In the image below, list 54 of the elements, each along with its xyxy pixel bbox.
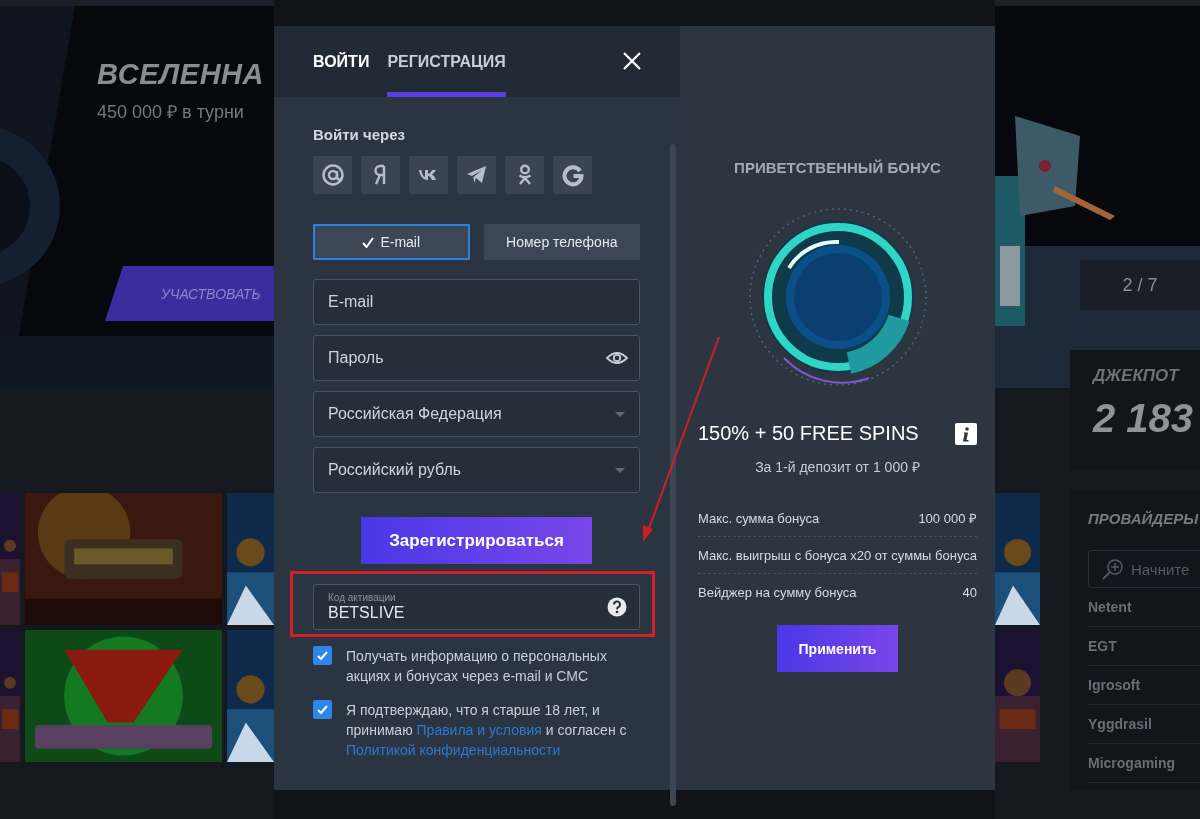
dropdown-caret-icon <box>615 467 625 473</box>
detail-label: Макс. выигрыш с бонуса <box>698 547 847 563</box>
social-login-button[interactable] <box>457 156 496 194</box>
social-login-button[interactable] <box>505 156 544 194</box>
activation-code-field[interactable]: Код активации BETSLIVE <box>313 584 640 630</box>
detail-label: Макс. сумма бонуса <box>698 510 820 526</box>
select-field[interactable]: Российский рубль <box>313 447 640 493</box>
provider-item[interactable]: Microgaming <box>1088 744 1200 783</box>
login-via-label: Войти через <box>313 125 406 145</box>
bonus-subtitle: За 1-й депозит от 1 000 ₽ <box>754 458 921 476</box>
checkbox-label: Я подтверждаю, что я старше 18 лет, и принимаю Правила и условия и согласен с Политикой конфиденциальности <box>346 701 628 760</box>
password-field[interactable]: Пароль <box>313 335 640 381</box>
search-icon <box>1101 558 1123 580</box>
info-icon[interactable] <box>955 422 977 445</box>
provider-item[interactable]: Yggdrasil <box>1088 705 1200 744</box>
provider-item[interactable]: Netent <box>1088 588 1200 627</box>
method-toggle[interactable]: Номер телефона <box>483 224 640 260</box>
apply-button[interactable]: Применить <box>777 625 898 672</box>
eye-icon[interactable] <box>606 350 628 366</box>
banner-title: ВСЕЛЕННА <box>97 58 265 91</box>
jackpot-amount: 2 183 <box>1093 396 1195 441</box>
provider-item[interactable]: Igrosoft <box>1088 666 1200 705</box>
detail-value: x20 от суммы бонуса <box>850 547 977 563</box>
check-icon <box>362 236 375 248</box>
checkbox-label: Получать информацию о персональных акциях и бонусах через e-mail и СМС <box>346 647 608 686</box>
tab[interactable]: РЕГИСТРАЦИЯ <box>387 26 506 97</box>
provider-item[interactable]: EGT <box>1088 627 1200 666</box>
social-login-button[interactable] <box>313 156 352 194</box>
checkbox[interactable] <box>313 700 332 719</box>
at-sign-icon <box>320 163 345 187</box>
bonus-title: ПРИВЕТСТВЕННЫЙ БОНУС <box>733 159 942 176</box>
slide-counter: 2 / 7 <box>1080 260 1200 310</box>
register-button[interactable]: Зарегистрироваться <box>361 517 592 564</box>
g-letter-icon <box>560 163 585 187</box>
email-field[interactable]: E-mail <box>313 279 640 325</box>
check-icon <box>317 705 328 714</box>
jackpot-label: ДЖЕКПОТ <box>1093 366 1181 386</box>
providers-title: ПРОВАЙДЕРЫ <box>1088 510 1200 527</box>
dropdown-caret-icon <box>615 411 625 417</box>
bonus-headline: 150% + 50 FREE SPINS <box>698 422 919 445</box>
banner-subtitle: 450 000 ₽ в турни <box>97 101 245 123</box>
detail-value: 40 <box>962 584 977 600</box>
close-icon[interactable] <box>622 51 642 71</box>
social-login-button[interactable] <box>553 156 592 194</box>
check-icon <box>317 651 328 660</box>
social-login-button[interactable] <box>361 156 400 194</box>
help-icon[interactable] <box>607 597 627 617</box>
detail-value: 100 000 ₽ <box>918 510 977 527</box>
social-login-button[interactable] <box>409 156 448 194</box>
select-field[interactable]: Российская Федерация <box>313 391 640 437</box>
tab[interactable]: ВОЙТИ <box>313 26 370 97</box>
method-toggle[interactable]: E-mail <box>313 224 470 260</box>
detail-label: Вейджер на сумму бонуса <box>698 584 857 600</box>
checkbox[interactable] <box>313 646 332 665</box>
